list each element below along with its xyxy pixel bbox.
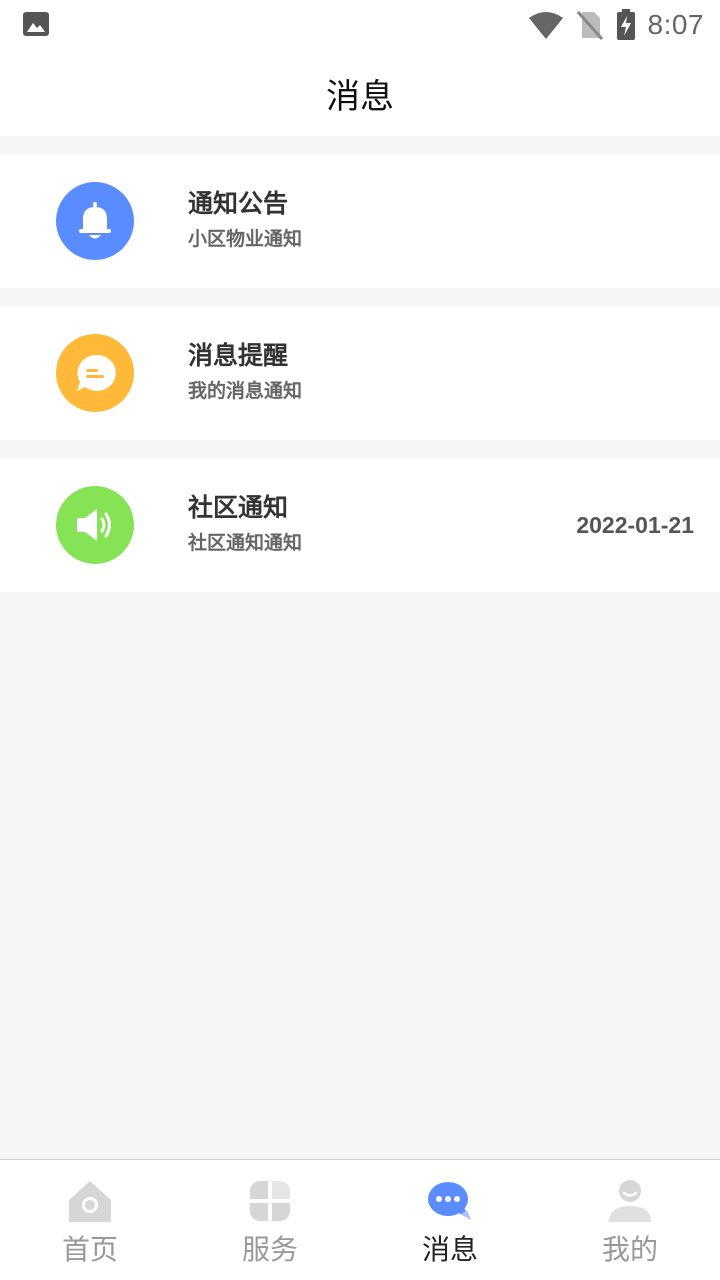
tab-home[interactable]: 首页 — [0, 1160, 180, 1280]
tab-profile-label: 我的 — [601, 1233, 658, 1266]
message-item-community[interactable]: 社区通知 社区通知通知 2022-01-21 — [0, 458, 720, 592]
tab-messages[interactable]: 消息 — [360, 1160, 540, 1280]
bell-icon — [79, 202, 111, 239]
status-bar: 8:07 — [0, 0, 720, 50]
clock-time: 8:07 — [647, 9, 704, 40]
user-icon — [609, 1180, 651, 1222]
message-title: 消息提醒 — [188, 341, 289, 370]
header-bar: 消息 — [0, 50, 720, 136]
tab-services-label: 服务 — [241, 1233, 298, 1266]
chat-bubble-icon — [77, 354, 116, 391]
message-date: 2022-01-21 — [576, 512, 694, 538]
message-subtitle: 我的消息通知 — [188, 380, 303, 402]
message-title: 社区通知 — [188, 493, 289, 522]
message-subtitle: 小区物业通知 — [188, 228, 303, 250]
home-icon — [69, 1181, 111, 1222]
tab-services[interactable]: 服务 — [180, 1160, 360, 1280]
reminder-icon-badge — [56, 334, 134, 412]
image-icon — [23, 12, 49, 36]
wifi-icon — [528, 12, 563, 39]
tab-profile[interactable]: 我的 — [540, 1160, 720, 1280]
grid-icon — [250, 1181, 290, 1221]
tab-home-label: 首页 — [61, 1233, 118, 1266]
message-title: 通知公告 — [188, 189, 289, 218]
message-icon — [428, 1182, 471, 1220]
bottom-tab-bar: 首页 服务 消息 我的 — [0, 1159, 720, 1280]
notice-icon-badge — [56, 182, 134, 260]
speaker-icon — [77, 509, 111, 541]
page-title: 消息 — [326, 76, 394, 117]
community-icon-badge — [56, 486, 134, 564]
message-subtitle: 社区通知通知 — [188, 532, 303, 554]
no-sim-icon — [576, 11, 603, 40]
tab-messages-label: 消息 — [421, 1233, 478, 1266]
battery-charging-icon — [616, 9, 635, 40]
message-item-notice[interactable]: 通知公告 小区物业通知 — [0, 154, 720, 288]
message-item-reminder[interactable]: 消息提醒 我的消息通知 — [0, 306, 720, 440]
